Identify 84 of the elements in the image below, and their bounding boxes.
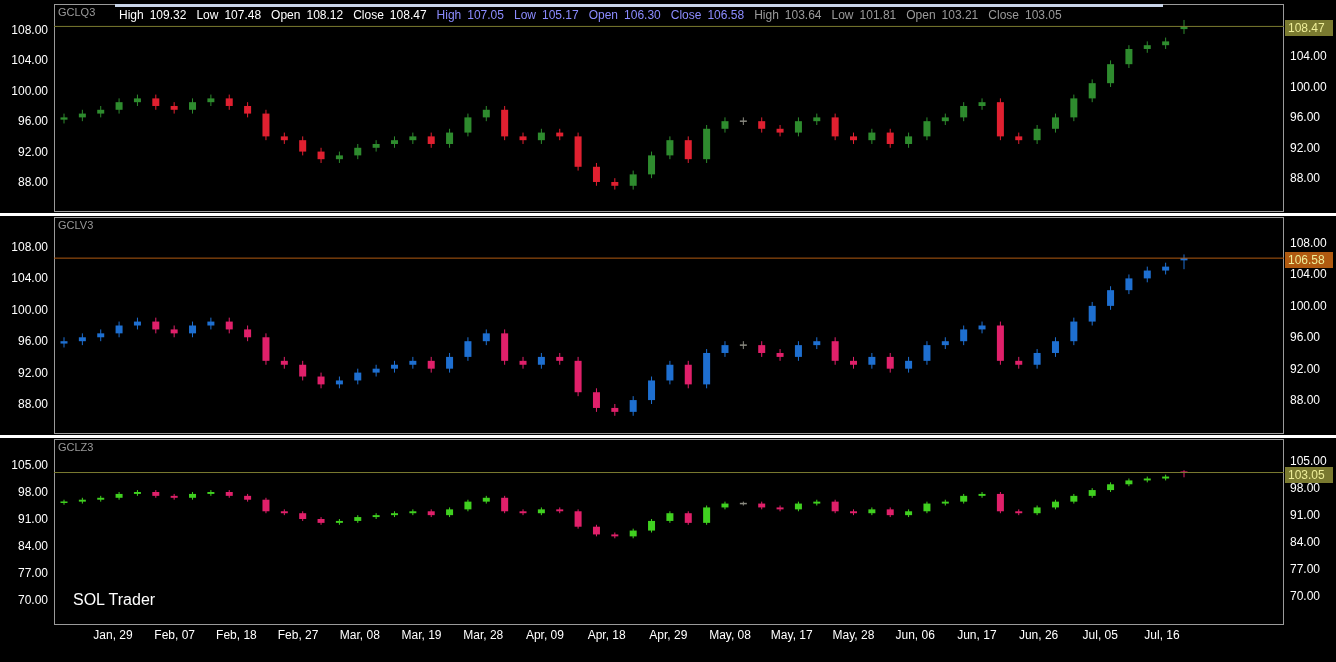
legend-label: Open (588, 8, 619, 21)
axis-label: 88.00 (1290, 171, 1321, 184)
price-tag: 106.58 (1285, 252, 1333, 269)
legend-label: Close (670, 8, 702, 21)
legend-label: Low (513, 8, 536, 21)
axis-label: 92.00 (16, 145, 48, 158)
legend-label: Close (988, 8, 1019, 21)
axis-label: 96.00 (1290, 111, 1321, 124)
legend-label: High (119, 8, 144, 21)
axis-label: 77.00 (16, 567, 48, 579)
legend-label: High (754, 8, 779, 21)
axis-label: May, 08 (709, 629, 751, 641)
legend-value: 101.81 (859, 8, 897, 21)
axis-label: 105.00 (1290, 455, 1327, 467)
axis-label: May, 28 (832, 629, 875, 641)
legend-value: 103.05 (1025, 8, 1062, 21)
axis-label: 77.00 (1290, 563, 1321, 575)
legend-value: 108.12 (306, 8, 344, 21)
axis-label: 91.00 (1290, 509, 1321, 521)
axis-label: Apr, 18 (587, 629, 626, 641)
axis-label: Mar, 19 (401, 629, 442, 641)
axis-label: 96.00 (16, 115, 48, 128)
legend-label: Close (353, 8, 384, 21)
axis-label: 108.00 (1290, 237, 1327, 249)
axis-label: Apr, 09 (525, 629, 564, 641)
price-tag: 108.47 (1285, 20, 1333, 37)
axis-label: 91.00 (16, 513, 48, 525)
symbol-label: GCLV3 (58, 220, 94, 231)
legend-value: 103.21 (941, 8, 979, 21)
axis-label: Jun, 17 (957, 629, 997, 641)
legend-label: Low (831, 8, 854, 21)
legend-value: 109.32 (149, 8, 187, 21)
legend-value: 106.58 (707, 8, 745, 21)
axis-label: Mar, 28 (463, 629, 504, 641)
axis-label: Jan, 29 (93, 629, 133, 641)
axis-label: 96.00 (16, 335, 48, 348)
axis-label: Jul, 16 (1144, 629, 1180, 641)
axis-label: 88.00 (16, 175, 48, 188)
axis-label: Jul, 05 (1082, 629, 1118, 641)
axis-label: Jun, 26 (1018, 629, 1059, 641)
legend-label: Open (906, 8, 936, 21)
axis-label: 84.00 (1290, 536, 1321, 548)
symbol-label: GCLZ3 (58, 442, 94, 453)
axis-label: Feb, 07 (154, 629, 196, 641)
axis-label: 100.00 (1290, 80, 1327, 93)
axis-label: May, 17 (770, 629, 813, 641)
axis-label: 96.00 (1290, 331, 1321, 344)
axis-label: Feb, 18 (216, 629, 257, 641)
legend-value: 103.64 (784, 8, 822, 21)
app-name: SOL Trader (73, 592, 156, 608)
legend-value: 107.48 (224, 8, 262, 21)
axis-label: 88.00 (1290, 394, 1321, 406)
legend-label: Open (271, 8, 301, 21)
axis-label: 70.00 (16, 594, 48, 606)
legend-value: 106.30 (624, 8, 661, 21)
axis-label: 98.00 (1290, 482, 1321, 494)
axis-label: Mar, 08 (339, 629, 380, 641)
legend-value: 108.47 (389, 8, 427, 21)
legend-label: Low (196, 8, 219, 21)
axis-label: 84.00 (16, 540, 48, 552)
axis-label: 100.00 (10, 84, 48, 97)
axis-label: 100.00 (1290, 299, 1327, 312)
axis-label: Feb, 27 (277, 629, 319, 641)
axis-label: 88.00 (16, 398, 48, 410)
axis-label: 92.00 (1290, 362, 1321, 375)
axis-label: 104.00 (10, 54, 48, 67)
price-tag: 103.05 (1285, 466, 1333, 483)
axis-label: 108.00 (10, 241, 48, 253)
axis-label: Apr, 29 (649, 629, 688, 641)
axis-label: 104.00 (1290, 50, 1327, 63)
legend-value: 107.05 (467, 8, 504, 21)
axis-label: 92.00 (16, 366, 48, 379)
legend-label: High (436, 8, 462, 21)
axis-label: 104.00 (1290, 268, 1327, 281)
axis-label: 108.00 (10, 24, 48, 36)
axis-label: 98.00 (16, 486, 48, 498)
axis-label: Jun, 06 (895, 629, 935, 641)
axis-label: 100.00 (10, 303, 48, 316)
axis-label: 105.00 (10, 459, 48, 471)
axis-label: 70.00 (1290, 590, 1321, 602)
symbol-label: GCLQ3 (58, 7, 96, 18)
axis-label: 92.00 (1290, 141, 1321, 154)
legend-value: 105.17 (541, 8, 579, 21)
axis-label: 104.00 (10, 272, 48, 285)
